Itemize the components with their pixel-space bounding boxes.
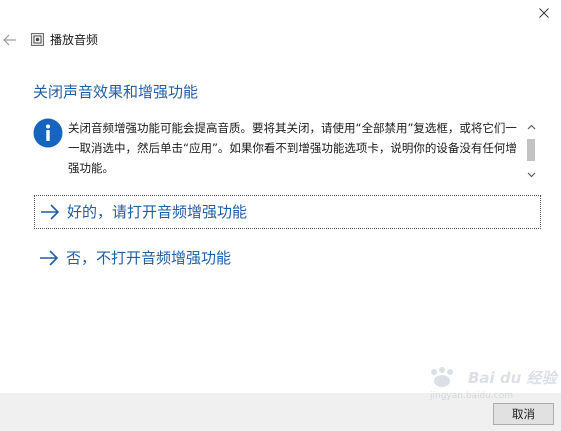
scroll-down-button[interactable]	[523, 168, 539, 182]
info-icon	[33, 118, 63, 148]
cancel-button[interactable]: 取消	[493, 403, 554, 425]
paw-logo-icon	[431, 367, 453, 387]
watermark-brand: Bai du 经验	[468, 369, 557, 387]
scroll-thumb[interactable]	[527, 139, 535, 161]
speaker-icon	[31, 33, 44, 46]
back-button[interactable]	[2, 32, 18, 48]
right-arrow-icon	[41, 204, 60, 220]
window-title: 播放音频	[50, 33, 99, 47]
title-bar: 播放音频	[0, 0, 561, 58]
keep-disabled-label: 否，不打开音频增强功能	[66, 249, 232, 267]
page-title: 关闭声音效果和增强功能	[33, 83, 199, 101]
back-arrow-icon	[3, 34, 16, 46]
enable-enhancements-option[interactable]: 好的，请打开音频增强功能	[34, 195, 541, 229]
footer-bar	[0, 393, 561, 431]
info-scrollbar[interactable]	[523, 120, 539, 182]
info-message: 关闭音频增强功能可能会提高音质。要将其关闭，请使用“全部禁用”复选框，或将它们一…	[33, 116, 539, 182]
info-text: 关闭音频增强功能可能会提高音质。要将其关闭，请使用“全部禁用”复选框，或将它们一…	[68, 121, 517, 175]
close-icon	[539, 8, 549, 18]
keep-disabled-option[interactable]: 否，不打开音频增强功能	[34, 241, 541, 275]
scroll-up-button[interactable]	[523, 120, 539, 134]
troubleshooter-window: 播放音频 关闭声音效果和增强功能 关闭音频增强功能可能会提高音质。要将其关闭，请…	[0, 0, 561, 431]
chevron-up-icon	[527, 124, 535, 130]
close-button[interactable]	[527, 0, 561, 26]
chevron-down-icon	[527, 172, 535, 178]
right-arrow-icon	[40, 250, 59, 266]
enable-enhancements-label: 好的，请打开音频增强功能	[67, 203, 248, 221]
